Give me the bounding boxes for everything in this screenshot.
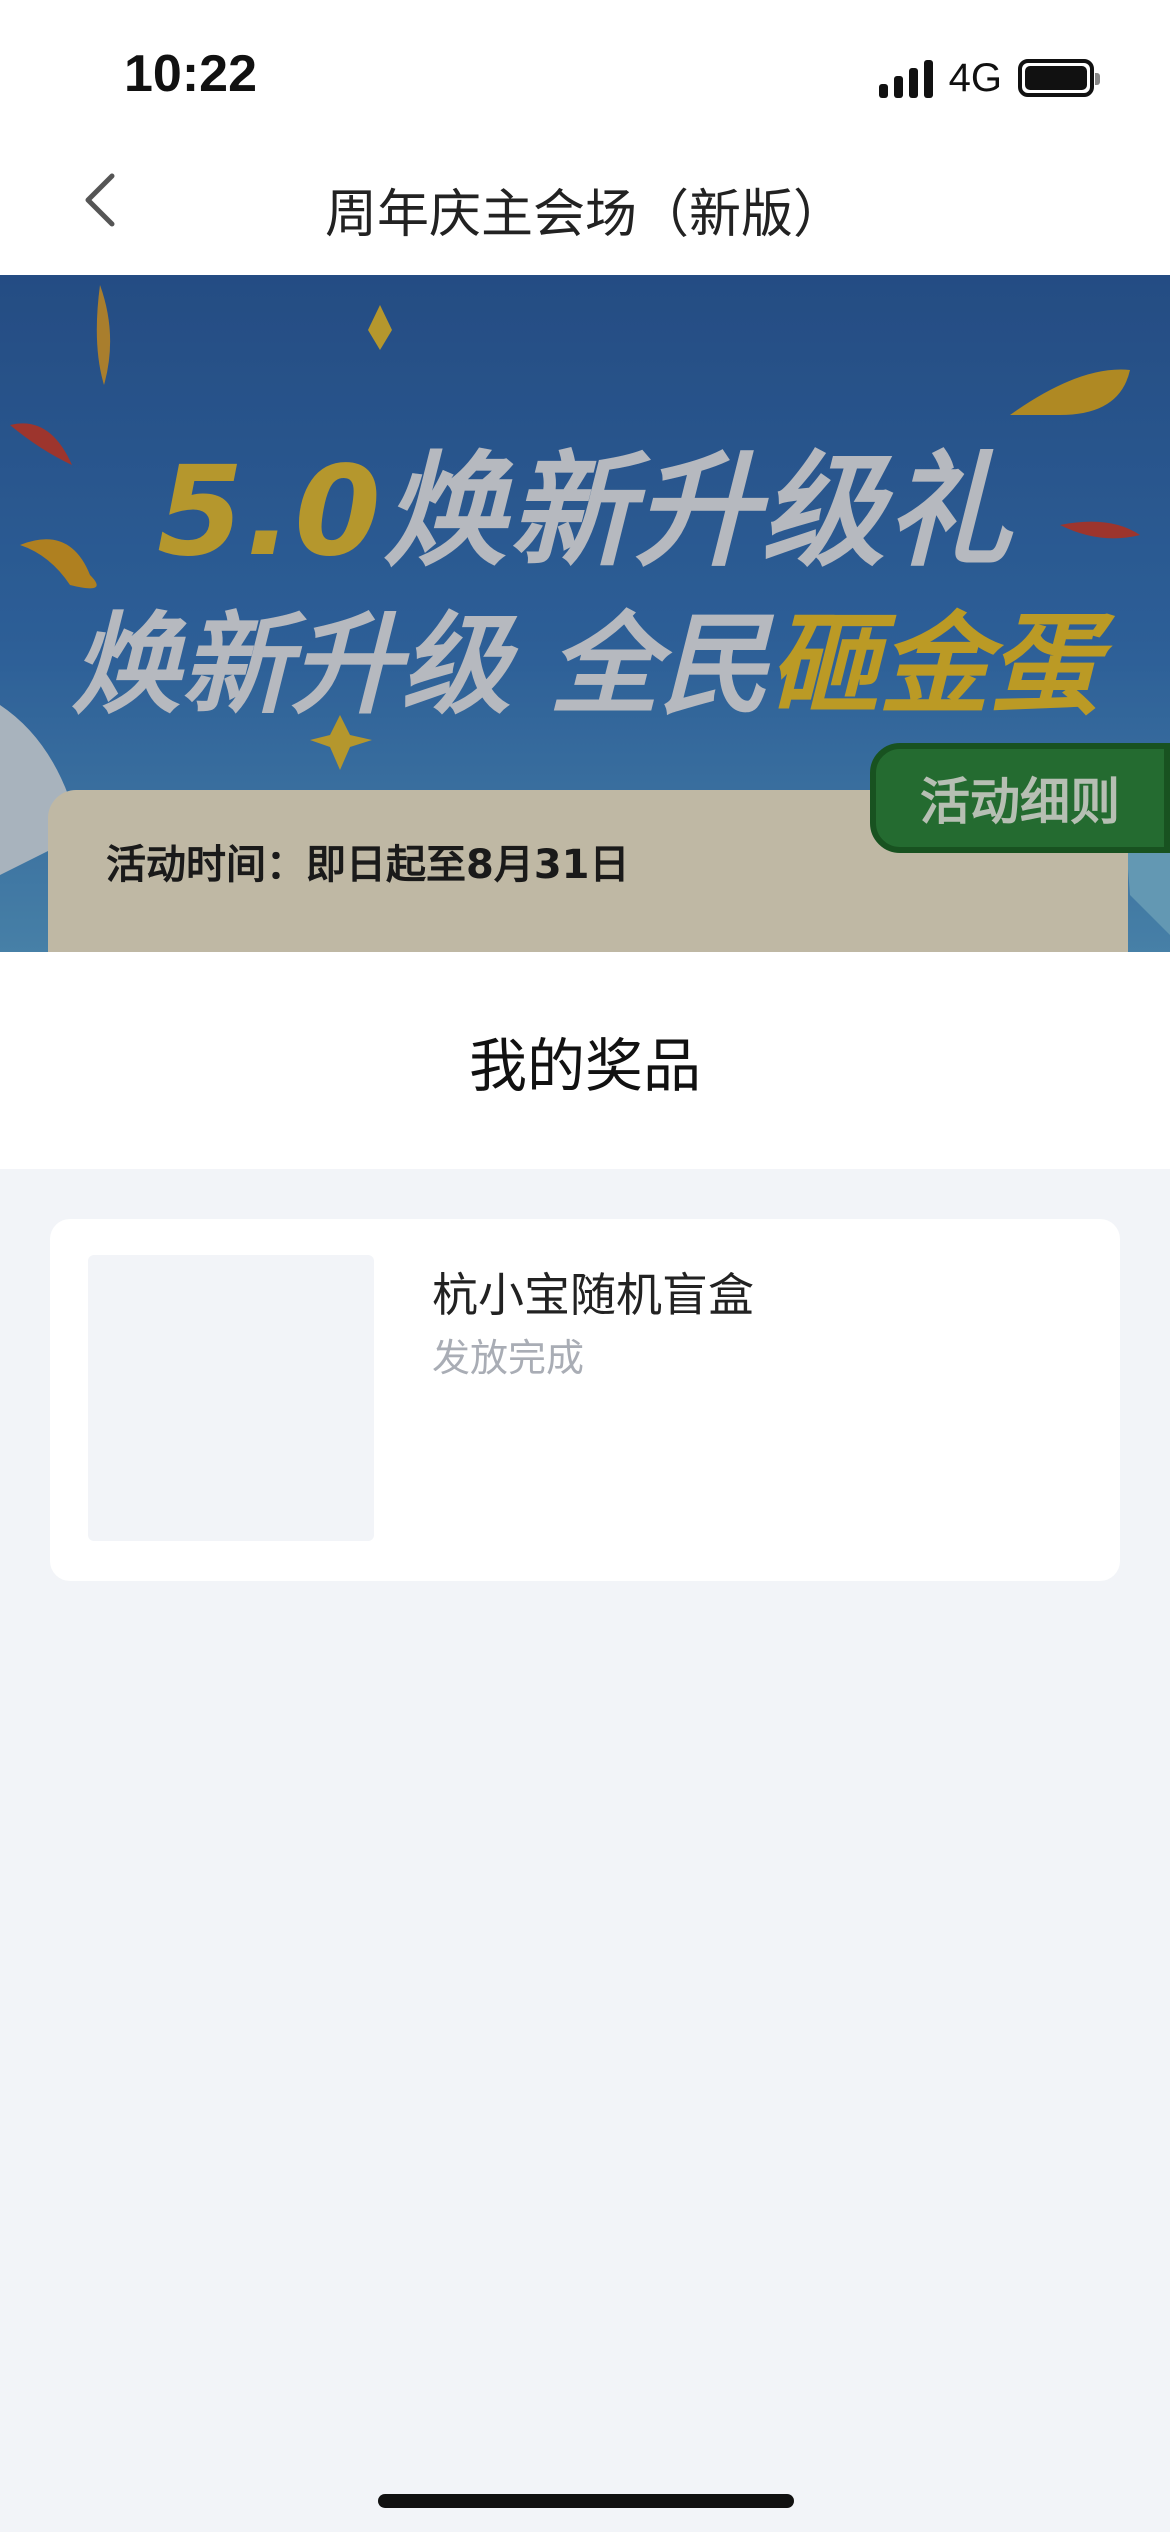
modal-overlay[interactable] bbox=[0, 275, 1170, 952]
network-type: 4G bbox=[948, 55, 1002, 100]
battery-icon bbox=[1018, 59, 1100, 97]
status-bar: 10:22 4G bbox=[0, 0, 1170, 150]
signal-icon bbox=[878, 58, 933, 98]
sheet-title: 我的奖品 bbox=[468, 1031, 701, 1100]
prize-card[interactable]: 杭小宝随机盲盒 发放完成 bbox=[50, 1219, 1120, 1581]
sheet-header: 我的奖品 bbox=[0, 952, 1170, 1169]
status-time: 10:22 bbox=[124, 45, 257, 103]
my-prizes-sheet: 我的奖品 杭小宝随机盲盒 发放完成 bbox=[0, 952, 1170, 2532]
page-title: 周年庆主会场（新版） bbox=[324, 185, 845, 245]
status-indicators: 4G bbox=[878, 55, 1100, 100]
prize-name: 杭小宝随机盲盒 bbox=[432, 1268, 754, 1322]
nav-bar: 周年庆主会场（新版） bbox=[0, 130, 1170, 275]
home-indicator[interactable] bbox=[378, 2494, 794, 2508]
promo-banner: 5.0焕新升级礼 焕新升级 全民砸金蛋 活动时间：即日起至8月31日 活动细则 bbox=[0, 275, 1170, 952]
prize-image bbox=[88, 1255, 374, 1541]
prize-status: 发放完成 bbox=[432, 1336, 585, 1380]
